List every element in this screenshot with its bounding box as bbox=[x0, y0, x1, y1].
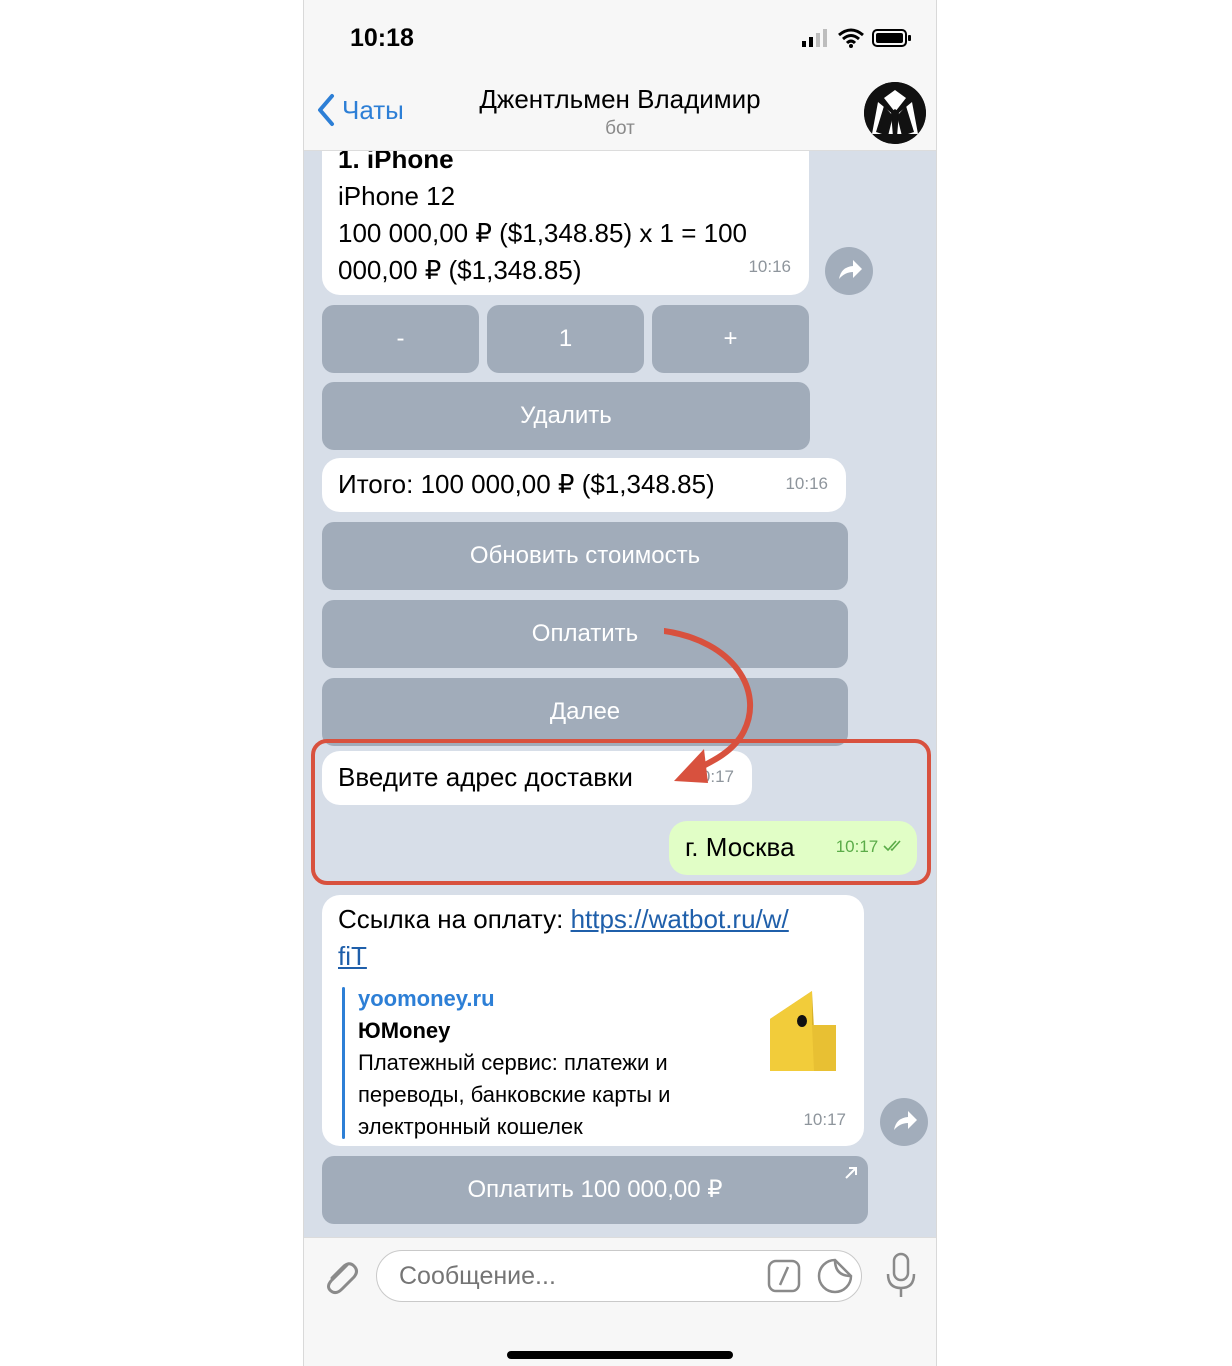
wifi-icon bbox=[838, 28, 864, 48]
message-time: 10:16 bbox=[785, 474, 828, 493]
next-button[interactable]: Далее bbox=[322, 678, 848, 746]
payment-url-continuation[interactable]: fiT bbox=[338, 941, 367, 971]
battery-icon bbox=[872, 29, 911, 47]
cart-item-line: 000,00 ₽ ($1,348.85) bbox=[338, 255, 582, 285]
highlight-box bbox=[311, 739, 931, 885]
mic-icon bbox=[886, 1252, 916, 1297]
bot-avatar[interactable] bbox=[864, 82, 926, 144]
share-icon bbox=[839, 260, 862, 279]
preview-site: yoomoney.ru bbox=[358, 986, 495, 1011]
chat-header: Чаты Джентльмен Владимир бот bbox=[304, 78, 936, 151]
total-message: Итого: 100 000,00 ₽ ($1,348.85) 10:16 bbox=[322, 458, 846, 512]
phone-screen: 10:18 Чаты Джентльмен Владимир бот 1. iP… bbox=[303, 0, 937, 1366]
sticker-button[interactable] bbox=[816, 1257, 854, 1295]
quantity-count-button[interactable]: 1 bbox=[487, 305, 644, 373]
cart-item-message: 1. iPhone iPhone 12 100 000,00 ₽ ($1,348… bbox=[322, 151, 809, 295]
preview-description: электронный кошелек bbox=[358, 1114, 583, 1139]
pay-button[interactable]: Оплатить bbox=[322, 600, 848, 668]
pay-amount-button[interactable]: Оплатить 100 000,00 ₽ bbox=[322, 1156, 868, 1224]
update-cost-button[interactable]: Обновить стоимость bbox=[322, 522, 848, 590]
cart-item-line: iPhone 12 bbox=[338, 181, 456, 211]
chat-title[interactable]: Джентльмен Владимир bbox=[304, 84, 936, 115]
status-icons bbox=[802, 28, 912, 48]
attach-icon bbox=[327, 1262, 358, 1295]
yoomoney-wallet-icon bbox=[770, 991, 836, 1071]
share-button[interactable] bbox=[825, 247, 873, 295]
command-button[interactable] bbox=[767, 1259, 801, 1293]
home-indicator bbox=[507, 1351, 733, 1359]
link-preview-bar bbox=[342, 987, 345, 1139]
quantity-plus-button[interactable]: + bbox=[652, 305, 809, 373]
payment-link-prefix: Ссылка на оплату: bbox=[338, 904, 571, 934]
quantity-minus-button[interactable]: - bbox=[322, 305, 479, 373]
payment-link-line: fiT bbox=[338, 938, 848, 975]
annotation-arrow bbox=[664, 628, 754, 783]
share-button[interactable] bbox=[880, 1098, 928, 1146]
payment-url[interactable]: https://watbot.ru/w/ bbox=[571, 904, 789, 934]
microphone-button[interactable] bbox=[884, 1252, 918, 1300]
chat-subtitle: бот bbox=[605, 118, 635, 139]
chat-area[interactable]: 1. iPhone iPhone 12 100 000,00 ₽ ($1,348… bbox=[304, 151, 936, 1237]
status-bar: 10:18 bbox=[304, 0, 936, 78]
share-icon bbox=[894, 1111, 917, 1130]
message-time: 10:17 bbox=[803, 1110, 846, 1129]
status-time: 10:18 bbox=[350, 24, 414, 52]
link-preview[interactable]: yoomoney.ru ЮMoney Платежный сервис: пла… bbox=[358, 983, 758, 1143]
cart-item-line: 1. iPhone bbox=[338, 151, 454, 174]
total-text: Итого: 100 000,00 ₽ ($1,348.85) bbox=[338, 469, 715, 499]
cart-item-line: 100 000,00 ₽ ($1,348.85) x 1 = 100 bbox=[338, 218, 748, 248]
signal-icon bbox=[802, 29, 827, 47]
payment-link-message: Ссылка на оплату: https://watbot.ru/w/ f… bbox=[322, 895, 864, 1146]
payment-link-line: Ссылка на оплату: https://watbot.ru/w/ bbox=[338, 901, 848, 938]
command-icon bbox=[767, 1259, 801, 1293]
attach-button[interactable] bbox=[318, 1254, 362, 1298]
sticker-icon bbox=[817, 1258, 853, 1294]
pay-amount-label: Оплатить 100 000,00 ₽ bbox=[467, 1176, 723, 1203]
composer bbox=[304, 1237, 936, 1366]
preview-title: ЮMoney bbox=[358, 1018, 451, 1043]
preview-description: переводы, банковские карты и bbox=[358, 1082, 671, 1107]
delete-button[interactable]: Удалить bbox=[322, 382, 810, 450]
external-link-icon bbox=[845, 1167, 857, 1179]
preview-description: Платежный сервис: платежи и bbox=[358, 1050, 668, 1075]
message-time: 10:16 bbox=[748, 257, 791, 276]
